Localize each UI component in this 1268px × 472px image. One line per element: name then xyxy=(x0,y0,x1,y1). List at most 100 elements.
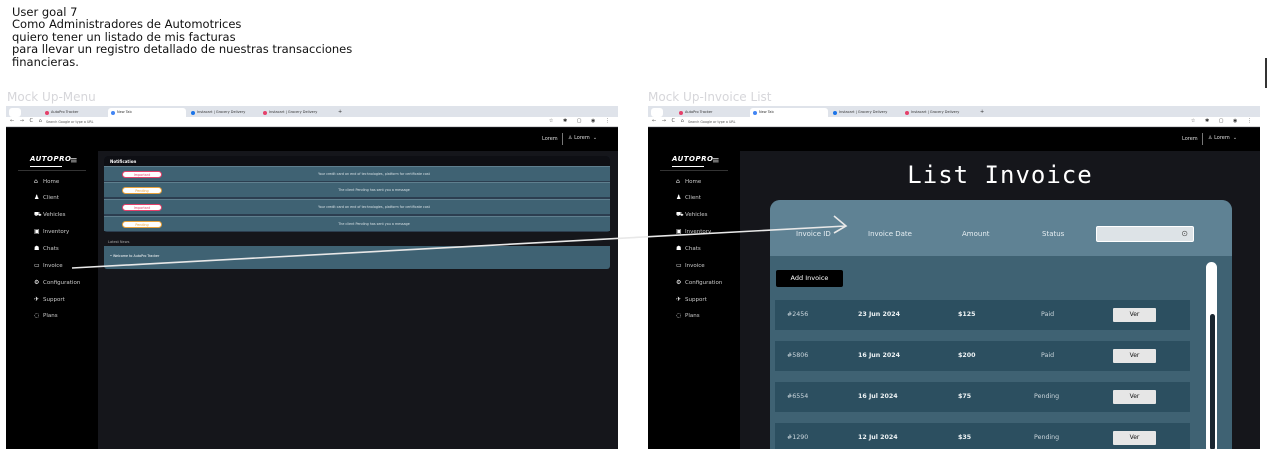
column-header-invoice-date[interactable]: Invoice Date xyxy=(868,230,912,238)
topbar-link[interactable]: Lorem xyxy=(1182,136,1198,142)
user-menu[interactable]: ♙ Lorem ⌄ xyxy=(1208,135,1237,141)
view-button[interactable]: Ver xyxy=(1113,308,1156,322)
column-header-status[interactable]: Status xyxy=(1042,230,1064,238)
client-icon: ♟ xyxy=(34,194,40,201)
latest-news-heading: Latest News xyxy=(104,238,610,246)
browser-window-control[interactable] xyxy=(651,108,663,117)
browser-tab-active[interactable]: New Tab xyxy=(750,108,828,117)
browser-extension-icons[interactable]: ☆ ✱ ▢ ◉ ⋮ xyxy=(549,118,614,124)
browser-extension-icons[interactable]: ☆ ✱ ▢ ◉ ⋮ xyxy=(1191,118,1256,124)
address-input[interactable]: Search Google or type a URL xyxy=(46,119,116,125)
vehicles-icon: ⛟ xyxy=(676,211,684,218)
sidebar-item-invoice[interactable]: ▭ Invoice xyxy=(676,262,705,269)
notification-message: The client Pending has sent you a messag… xyxy=(338,188,410,192)
inventory-icon: ▣ xyxy=(676,228,682,235)
sidebar-item-invoice[interactable]: ▭ Invoice xyxy=(34,262,63,269)
invoice-table-header: Invoice ID Invoice Date Amount Status ⊙ xyxy=(770,200,1232,256)
mockup-invoice-title: Mock Up-Invoice List xyxy=(648,90,772,104)
sidebar-item-vehicles[interactable]: ⛟Vehicles xyxy=(34,211,66,219)
vehicles-icon: ⛟ xyxy=(34,211,42,218)
browser-nav-icons[interactable]: ← → C ⌂ xyxy=(10,118,44,124)
invoice-date: 16 Jun 2024 xyxy=(858,352,900,359)
sidebar-item-plans[interactable]: ◌ Plans xyxy=(676,312,700,319)
notification-message: Your credit card on end of technologies,… xyxy=(318,205,430,209)
address-input[interactable]: Search Google or type a URL xyxy=(688,119,758,125)
sidebar-item-inventory[interactable]: ▣ Inventory xyxy=(676,228,711,235)
sidebar-item-plans[interactable]: ◌ Plans xyxy=(34,312,58,319)
invoice-id: #1290 xyxy=(787,434,809,441)
browser-tab-bar: AutoPro Tracker New Tab Instacart | Groc… xyxy=(6,106,618,117)
add-invoice-button[interactable]: Add Invoice xyxy=(776,270,843,287)
browser-window-control[interactable] xyxy=(9,108,21,117)
important-badge: Important xyxy=(122,171,162,178)
sidebar-item-vehicles[interactable]: ⛟Vehicles xyxy=(676,211,708,219)
browser-tab[interactable]: Instacart | Grocery Delivery xyxy=(188,108,258,117)
sidebar-item-chats[interactable]: ☗ Chats xyxy=(34,245,59,252)
browser-tab[interactable]: Instacart | Grocery Delivery xyxy=(260,108,332,117)
search-icon: ⊙ xyxy=(1181,229,1188,238)
sidebar-item-configuration[interactable]: ⚙ Configuration xyxy=(34,279,80,286)
pending-badge: Pending xyxy=(122,221,162,228)
notification-row[interactable]: Important Your credit card on end of tec… xyxy=(104,166,610,181)
browser-tab[interactable]: Instacart | Grocery Delivery xyxy=(830,108,900,117)
sidebar-item-client[interactable]: ♟ Client xyxy=(34,194,59,201)
invoice-status: Pending xyxy=(1034,434,1060,441)
notification-row[interactable]: Important Your credit card on end of tec… xyxy=(104,199,610,214)
sidebar-divider xyxy=(660,170,728,171)
app-topbar: Lorem ♙ Lorem ⌄ xyxy=(6,128,618,151)
goal-line: financieras. xyxy=(12,54,79,69)
menu-main-content: Notification Important Your credit card … xyxy=(98,151,618,449)
column-header-amount[interactable]: Amount xyxy=(962,230,990,238)
sidebar-item-configuration[interactable]: ⚙ Configuration xyxy=(676,279,722,286)
browser-address-bar: ← → C ⌂ Search Google or type a URL ☆ ✱ … xyxy=(6,117,618,127)
scrollbar-thumb[interactable] xyxy=(1210,314,1215,449)
sidebar-item-home[interactable]: ⌂ Home xyxy=(676,178,701,185)
configuration-icon: ⚙ xyxy=(34,279,40,286)
new-tab-button[interactable]: + xyxy=(336,108,346,117)
invoice-icon: ▭ xyxy=(34,262,40,269)
canvas-scroll-indicator[interactable] xyxy=(1265,58,1267,88)
sidebar-divider xyxy=(18,170,86,171)
hamburger-menu-icon[interactable]: ≡ xyxy=(712,156,720,166)
view-button[interactable]: Ver xyxy=(1113,349,1156,363)
column-header-invoice-id[interactable]: Invoice ID xyxy=(796,230,831,238)
autopro-logo: AUTOPRO xyxy=(30,155,72,167)
user-menu[interactable]: ♙ Lorem ⌄ xyxy=(568,135,597,141)
sidebar-item-chats[interactable]: ☗ Chats xyxy=(676,245,701,252)
sidebar-item-inventory[interactable]: ▣ Inventory xyxy=(34,228,69,235)
notification-row[interactable]: Pending The client Pending has sent you … xyxy=(104,216,610,231)
menu-mockup-frame: AutoPro Tracker New Tab Instacart | Groc… xyxy=(6,106,618,449)
sidebar-item-client[interactable]: ♟ Client xyxy=(676,194,701,201)
goal-line: para llevar un registro detallado de nue… xyxy=(12,42,353,57)
configuration-icon: ⚙ xyxy=(676,279,682,286)
sidebar-item-support[interactable]: ✈ Support xyxy=(676,296,707,303)
plans-icon: ◌ xyxy=(676,312,682,319)
browser-nav-icons[interactable]: ← → C ⌂ xyxy=(652,118,686,124)
sidebar-item-support[interactable]: ✈ Support xyxy=(34,296,65,303)
new-tab-button[interactable]: + xyxy=(978,108,988,117)
news-item[interactable]: • Welcome to AutoPro Tracker xyxy=(110,254,159,258)
view-button[interactable]: Ver xyxy=(1113,431,1156,445)
invoice-id: #5806 xyxy=(787,352,809,359)
browser-tab[interactable]: AutoPro Tracker xyxy=(42,108,106,117)
sidebar-item-home[interactable]: ⌂ Home xyxy=(34,178,59,185)
notification-message: The client Pending has sent you a messag… xyxy=(338,222,410,226)
hamburger-menu-icon[interactable]: ≡ xyxy=(70,156,78,166)
browser-tab-active[interactable]: New Tab xyxy=(108,108,186,117)
invoice-amount: $125 xyxy=(958,311,976,318)
user-icon: ♙ xyxy=(1208,135,1213,141)
table-row: #6554 16 Jul 2024 $75 Pending Ver xyxy=(775,382,1190,412)
sidebar: AUTOPRO ≡ ⌂ Home ♟ Client ⛟Vehicles ▣ Inven… xyxy=(6,151,98,449)
plans-icon: ◌ xyxy=(34,312,40,319)
view-button[interactable]: Ver xyxy=(1113,390,1156,404)
notification-row[interactable]: Pending The client Pending has sent you … xyxy=(104,182,610,197)
browser-tab[interactable]: Instacart | Grocery Delivery xyxy=(902,108,974,117)
invoice-id: #6554 xyxy=(787,393,809,400)
search-input[interactable]: ⊙ xyxy=(1096,226,1194,242)
invoice-mockup-frame: AutoPro Tracker New Tab Instacart | Groc… xyxy=(648,106,1260,449)
support-icon: ✈ xyxy=(34,296,40,303)
topbar-link[interactable]: Lorem xyxy=(542,136,558,142)
invoice-date: 23 Jun 2024 xyxy=(858,311,900,318)
invoice-status: Pending xyxy=(1034,393,1060,400)
browser-tab[interactable]: AutoPro Tracker xyxy=(676,108,748,117)
